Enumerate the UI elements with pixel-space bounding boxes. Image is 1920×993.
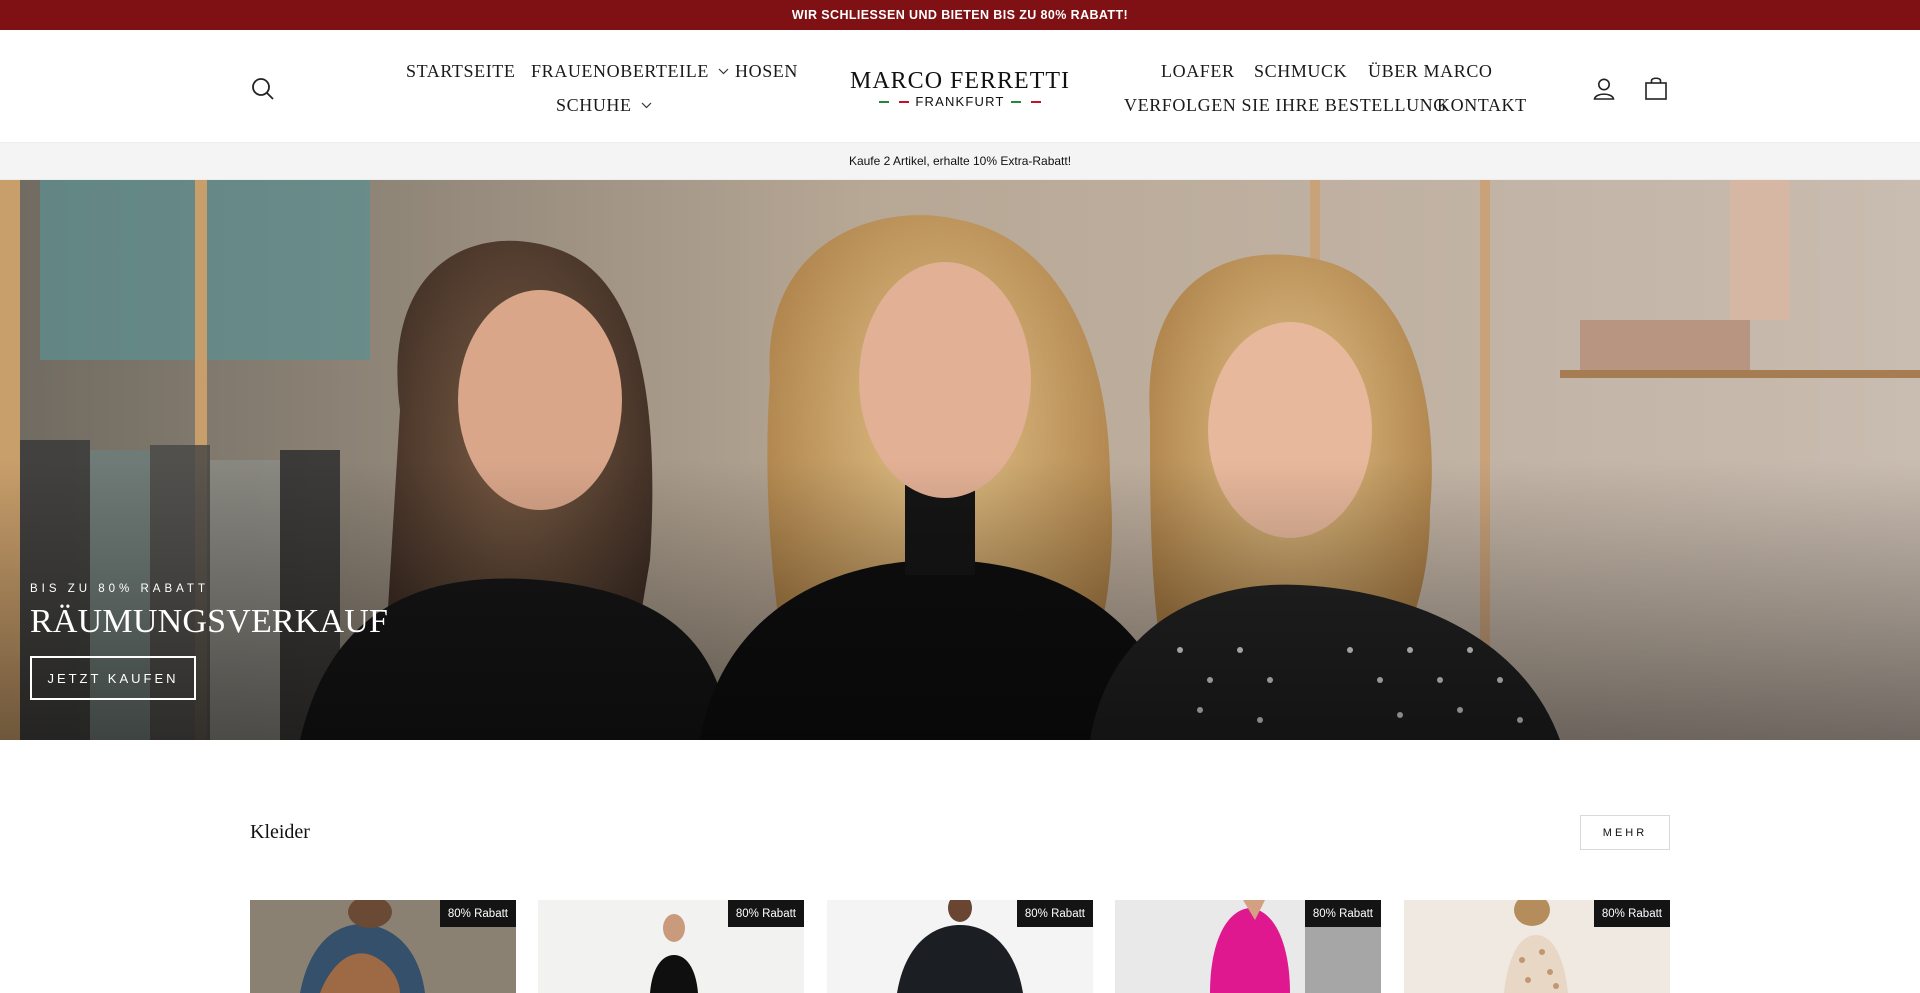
promo-bar: Kaufe 2 Artikel, erhalte 10% Extra-Rabat… [0, 142, 1920, 180]
site-header: STARTSEITE FRAUENOBERTEILE HOSEN SCHUHE … [0, 30, 1920, 142]
discount-badge: 80% Rabatt [439, 900, 516, 927]
hero-title: RÄUMUNGSVERKAUF [30, 603, 389, 640]
product-card[interactable]: 80% Rabatt [250, 900, 516, 993]
nav-label: STARTSEITE [406, 60, 516, 81]
nav-item-bestellung-verfolgen[interactable]: VERFOLGEN SIE IHRE BESTELLUNG [1124, 93, 1447, 117]
promo-text: Kaufe 2 Artikel, erhalte 10% Extra-Rabat… [848, 154, 1072, 168]
logo-name: MARCO FERRETTI [850, 68, 1071, 94]
nav-label: FRAUENOBERTEILE [531, 60, 709, 81]
nav-item-frauenoberteile[interactable]: FRAUENOBERTEILE [531, 59, 729, 83]
chevron-down-icon [718, 68, 729, 74]
nav-label: HOSEN [735, 60, 799, 81]
chevron-down-icon [641, 102, 652, 108]
nav-label: ÜBER MARCO [1368, 60, 1493, 81]
collection-title[interactable]: Kleider [250, 821, 310, 844]
logo-subline: FRANKFURT [850, 94, 1070, 109]
product-card[interactable]: 80% Rabatt [538, 900, 804, 993]
nav-label: SCHMUCK [1254, 60, 1348, 81]
nav-item-schmuck[interactable]: SCHMUCK [1254, 59, 1347, 83]
more-button[interactable]: MEHR [1580, 815, 1670, 850]
announcement-bar: WIR SCHLIESSEN UND BIETEN BIS ZU 80% RAB… [0, 0, 1920, 30]
announcement-text: WIR SCHLIESSEN UND BIETEN BIS ZU 80% RAB… [791, 8, 1129, 22]
search-icon[interactable] [249, 75, 277, 103]
nav-label: VERFOLGEN SIE IHRE BESTELLUNG [1124, 94, 1447, 115]
nav-item-ueber-marco[interactable]: ÜBER MARCO [1368, 59, 1493, 83]
nav-label: SCHUHE [556, 94, 632, 115]
nav-label: LOAFER [1161, 60, 1235, 81]
nav-item-kontakt[interactable]: KONTAKT [1437, 93, 1527, 117]
brand-logo[interactable]: MARCO FERRETTI FRANKFURT [850, 68, 1070, 116]
hero-eyebrow: BIS ZU 80% RABATT [30, 583, 209, 595]
product-card[interactable]: 80% Rabatt [827, 900, 1093, 993]
hero-text: BIS ZU 80% RABATT RÄUMUNGSVERKAUF [30, 583, 388, 641]
nav-label: KONTAKT [1437, 94, 1527, 115]
hero-image [0, 180, 1920, 740]
product-grid: 80% Rabatt 80% Rabatt 80% Rabatt 80% Rab… [250, 900, 1670, 993]
nav-item-loafer[interactable]: LOAFER [1161, 59, 1235, 83]
cart-icon[interactable] [1642, 74, 1670, 102]
nav-item-schuhe[interactable]: SCHUHE [556, 93, 652, 117]
nav-item-hosen[interactable]: HOSEN [735, 59, 798, 83]
discount-badge: 80% Rabatt [1304, 900, 1381, 927]
discount-badge: 80% Rabatt [1016, 900, 1093, 927]
product-card[interactable]: 80% Rabatt [1404, 900, 1670, 993]
hero-banner[interactable]: BIS ZU 80% RABATT RÄUMUNGSVERKAUF JETZT … [0, 180, 1920, 740]
flag-stripe-right [1010, 100, 1041, 103]
logo-city: FRANKFURT [915, 94, 1005, 109]
account-icon[interactable] [1590, 75, 1618, 103]
product-card[interactable]: 80% Rabatt [1115, 900, 1381, 993]
discount-badge: 80% Rabatt [1593, 900, 1670, 927]
discount-badge: 80% Rabatt [727, 900, 804, 927]
shop-now-button[interactable]: JETZT KAUFEN [30, 656, 196, 700]
nav-item-startseite[interactable]: STARTSEITE [406, 59, 515, 83]
flag-stripe-left [879, 100, 910, 103]
